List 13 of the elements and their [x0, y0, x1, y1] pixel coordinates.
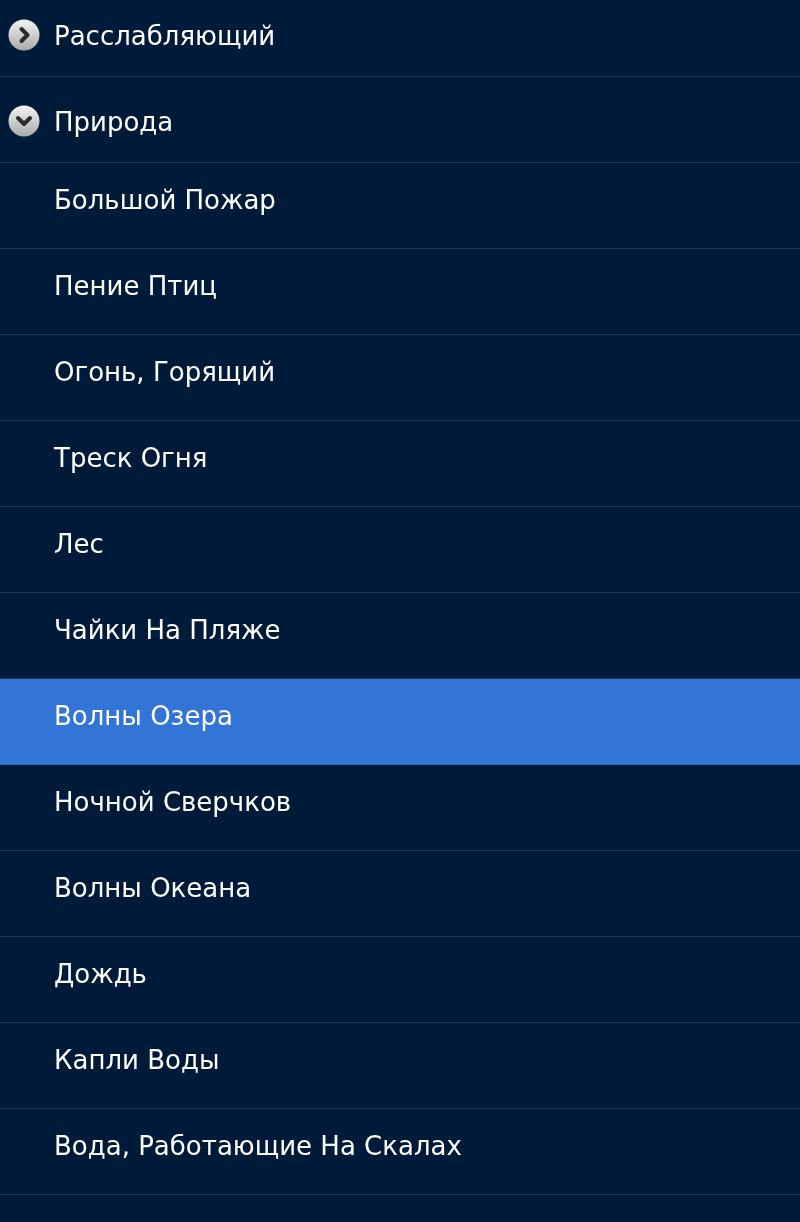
list-item[interactable]: Дождь: [0, 937, 800, 1023]
list-item[interactable]: Волны Океана: [0, 851, 800, 937]
list-item[interactable]: Волны Озера: [0, 679, 800, 765]
list-item[interactable]: Капли Воды: [0, 1023, 800, 1109]
list-item[interactable]: Огонь, Горящий: [0, 335, 800, 421]
list-item[interactable]: Большой Пожар: [0, 163, 800, 249]
list-item[interactable]: Пение Птиц: [0, 249, 800, 335]
category-header[interactable]: Природа: [0, 77, 800, 163]
list-item[interactable]: Треск Огня: [0, 421, 800, 507]
list-item[interactable]: Лес: [0, 507, 800, 593]
list-item[interactable]: Вода, Работающие На Скалах: [0, 1109, 800, 1195]
list-item[interactable]: Ночной Сверчков: [0, 765, 800, 851]
category-header[interactable]: Расслабляющий: [0, 0, 800, 77]
